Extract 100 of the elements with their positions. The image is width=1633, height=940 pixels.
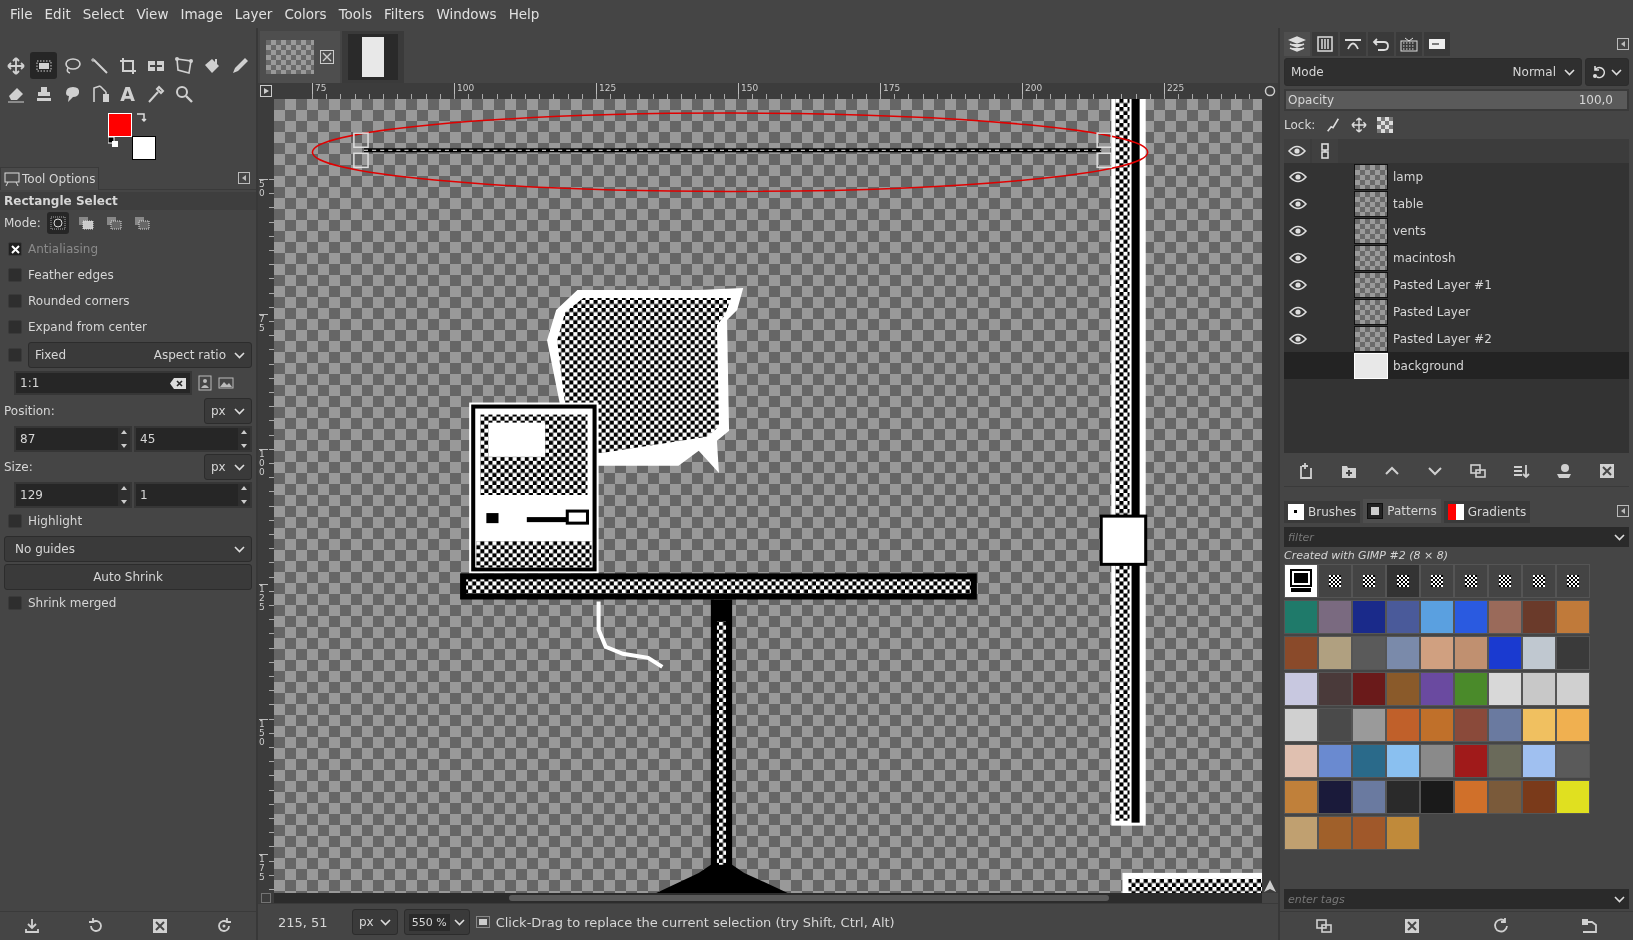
tool-button[interactable] <box>30 52 57 79</box>
default-colors-icon[interactable] <box>108 137 118 147</box>
portrait-icon[interactable] <box>198 375 212 391</box>
delete-icon[interactable] <box>1598 462 1617 480</box>
pattern-swatch[interactable] <box>1386 816 1420 850</box>
pattern-swatch[interactable] <box>1352 816 1386 850</box>
foreground-color-swatch[interactable] <box>108 113 132 137</box>
pattern-swatch[interactable] <box>1318 636 1352 670</box>
image-canvas[interactable] <box>274 99 1262 893</box>
resource-tab[interactable]: Gradients <box>1443 501 1531 523</box>
menu-item[interactable]: Tools <box>332 6 378 22</box>
pattern-swatch[interactable] <box>1454 636 1488 670</box>
opacity-slider[interactable]: Opacity 100,0 <box>1284 89 1629 111</box>
guides-dropdown[interactable]: No guides <box>4 536 252 562</box>
pattern-swatch[interactable] <box>1522 780 1556 814</box>
pattern-swatch[interactable] <box>1420 600 1454 634</box>
eye-icon[interactable] <box>1289 332 1307 345</box>
pattern-swatch[interactable] <box>1420 744 1454 778</box>
auto-shrink-button[interactable]: Auto Shrink <box>4 564 252 590</box>
duplicate-icon[interactable] <box>1469 462 1488 480</box>
pattern-swatch[interactable] <box>1488 600 1522 634</box>
increment-icon[interactable] <box>118 428 130 436</box>
pattern-swatch[interactable] <box>1420 564 1454 598</box>
panel-menu-icon[interactable] <box>238 172 250 184</box>
layer-row[interactable]: Pasted Layer #1 <box>1284 271 1629 298</box>
panel-menu-icon[interactable] <box>1617 505 1629 517</box>
pattern-swatch[interactable] <box>1454 600 1488 634</box>
resource-tab[interactable]: Brushes <box>1284 501 1361 523</box>
menu-item[interactable]: View <box>130 6 175 22</box>
layer-mode-dropdown[interactable]: Mode Normal <box>1284 58 1582 86</box>
save-icon[interactable] <box>23 917 41 935</box>
pattern-swatch[interactable] <box>1352 636 1386 670</box>
layer-row[interactable]: lamp <box>1284 163 1629 190</box>
unit-dropdown[interactable]: px <box>352 909 398 935</box>
pattern-swatch[interactable] <box>1488 708 1522 742</box>
layer-row[interactable]: Pasted Layer #2 <box>1284 325 1629 352</box>
checkerboard-icon[interactable] <box>1377 117 1394 133</box>
pattern-swatch[interactable] <box>1284 600 1318 634</box>
pattern-swatch[interactable] <box>1522 564 1556 598</box>
pattern-swatch[interactable] <box>1420 672 1454 706</box>
zoom-icon[interactable] <box>1264 85 1276 97</box>
panel-menu-icon[interactable] <box>1617 38 1629 50</box>
scrollbar-thumb[interactable] <box>509 895 1109 901</box>
duplicate-icon[interactable] <box>1315 917 1334 935</box>
pattern-swatch[interactable] <box>1352 600 1386 634</box>
pattern-swatch[interactable] <box>1522 636 1556 670</box>
chain-icon[interactable] <box>1320 143 1330 159</box>
decrement-icon[interactable] <box>238 498 250 506</box>
unit-dropdown[interactable]: px <box>204 398 252 424</box>
landscape-icon[interactable] <box>218 377 234 389</box>
pattern-swatch[interactable] <box>1284 744 1318 778</box>
height-field[interactable]: 1 <box>134 482 252 508</box>
navigate-icon[interactable] <box>1263 879 1277 893</box>
position-x-field[interactable]: 87 <box>14 426 132 452</box>
pattern-swatch[interactable] <box>1556 564 1590 598</box>
pattern-swatch[interactable] <box>1420 708 1454 742</box>
pattern-swatch[interactable] <box>1352 744 1386 778</box>
text-tool[interactable]: A <box>114 80 141 107</box>
layer-row[interactable]: vents <box>1284 217 1629 244</box>
pattern-swatch[interactable] <box>1284 780 1318 814</box>
decrement-icon[interactable] <box>238 442 250 450</box>
pattern-swatch[interactable] <box>1386 780 1420 814</box>
pattern-swatch[interactable] <box>1318 600 1352 634</box>
pattern-swatch[interactable] <box>1522 744 1556 778</box>
delete-icon[interactable] <box>151 917 169 935</box>
pattern-swatch[interactable] <box>1420 780 1454 814</box>
eye-icon[interactable] <box>1289 251 1307 264</box>
brush-icon[interactable] <box>1325 117 1342 133</box>
pattern-swatch[interactable] <box>1386 708 1420 742</box>
pattern-swatch[interactable] <box>1556 744 1590 778</box>
eye-icon[interactable] <box>1289 224 1307 237</box>
restore-icon[interactable] <box>87 917 105 935</box>
menu-item[interactable]: File <box>4 6 39 22</box>
pattern-swatch[interactable] <box>1386 636 1420 670</box>
pattern-swatch[interactable] <box>1318 708 1352 742</box>
pattern-swatch[interactable] <box>1522 708 1556 742</box>
eye-icon[interactable] <box>1289 278 1307 291</box>
increment-icon[interactable] <box>238 484 250 492</box>
eye-icon[interactable] <box>1289 197 1307 210</box>
pattern-swatch[interactable] <box>1556 708 1590 742</box>
pattern-swatch[interactable] <box>1284 708 1318 742</box>
menu-item[interactable]: Layer <box>228 6 279 22</box>
increment-icon[interactable] <box>238 428 250 436</box>
ratio-field[interactable]: 1:1 <box>14 371 192 395</box>
pattern-swatch[interactable] <box>1284 816 1318 850</box>
menu-item[interactable]: Image <box>174 6 229 22</box>
layer-row[interactable]: macintosh <box>1284 244 1629 271</box>
resource-tab[interactable]: Patterns <box>1363 499 1441 523</box>
refresh-icon[interactable] <box>1491 917 1510 935</box>
reset-icon[interactable] <box>215 917 233 935</box>
increment-icon[interactable] <box>118 484 130 492</box>
eye-icon[interactable] <box>1289 170 1307 183</box>
pattern-swatch[interactable] <box>1454 708 1488 742</box>
clear-icon[interactable] <box>170 377 186 389</box>
dock-tab[interactable] <box>1424 32 1450 56</box>
pattern-swatch[interactable] <box>1386 564 1420 598</box>
selection-marquee[interactable] <box>353 132 1113 169</box>
open-icon[interactable] <box>1579 917 1598 935</box>
fixed-dropdown[interactable]: Fixed Aspect ratio <box>28 342 252 368</box>
menu-item[interactable]: Help <box>502 6 546 22</box>
